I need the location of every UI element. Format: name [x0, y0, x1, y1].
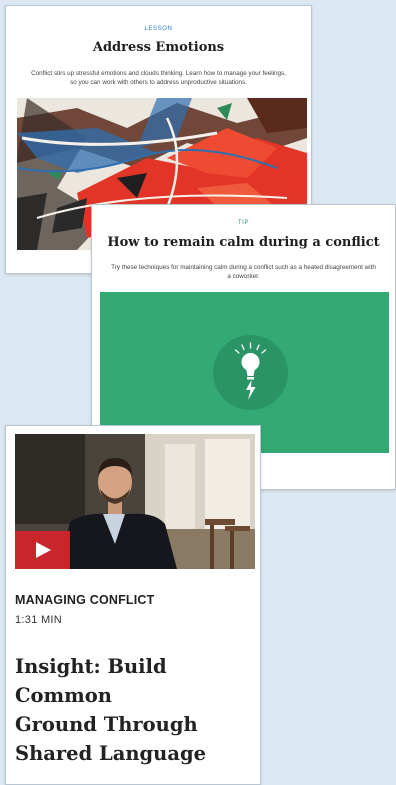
play-button[interactable]	[15, 531, 70, 569]
lesson-description: Conflict stirs up stressful emotions and…	[31, 70, 286, 86]
video-title[interactable]: Insight: Build Common Ground Through Sha…	[15, 652, 260, 768]
lesson-title[interactable]: Address Emotions	[6, 40, 311, 55]
tip-description: Try these techniques for maintaining cal…	[111, 264, 376, 280]
lesson-tag: LESSON	[144, 26, 173, 32]
video-title-line: Insight: Build Common	[15, 655, 167, 707]
video-card[interactable]: MANAGING CONFLICT 1:31 MIN Insight: Buil…	[5, 425, 261, 785]
video-thumbnail[interactable]	[15, 434, 255, 569]
video-title-line: Shared Language	[15, 742, 207, 765]
lightbulb-icon	[234, 342, 267, 400]
video-duration: 1:31 MIN	[15, 614, 63, 626]
tip-title[interactable]: How to remain calm during a conflict	[92, 235, 395, 250]
tip-tag: TIP	[237, 220, 250, 226]
lightbulb-badge	[213, 335, 288, 410]
video-title-line: Ground Through	[15, 713, 198, 736]
video-category: MANAGING CONFLICT	[15, 593, 155, 607]
